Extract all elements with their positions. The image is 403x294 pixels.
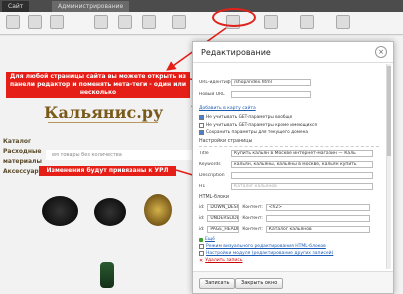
product-image[interactable] — [144, 194, 172, 226]
toolbar-icon[interactable] — [94, 15, 108, 29]
description-field[interactable] — [231, 172, 373, 179]
more-row[interactable]: Ещё — [199, 236, 215, 243]
checkbox[interactable] — [199, 122, 204, 128]
product-image[interactable] — [100, 262, 114, 288]
divider — [199, 146, 379, 147]
html-block-row: id: DOWN_DESCRIPTION Контент: <h2> — [199, 203, 370, 211]
menu-item[interactable]: Аксессуары — [0, 168, 44, 175]
h1-field[interactable]: Каталог кальянов — [231, 183, 373, 190]
html-block-row: id: PAGE_HEADER Контент: Каталог кальяно… — [199, 225, 370, 233]
checkbox[interactable] — [199, 251, 204, 256]
block-content-label: Контент: — [242, 204, 263, 210]
h1-label: H1 — [199, 184, 206, 189]
toolbar-icon[interactable] — [336, 15, 350, 29]
side-menu: Каталог Расходные материалы Аксессуары — [0, 138, 44, 178]
edit-modal: Редактирование × URL-идентификатор стран… — [192, 41, 394, 294]
toolbar-icon[interactable] — [28, 15, 42, 29]
tab-administration[interactable]: Администрирование — [52, 1, 130, 12]
modal-scrollbar[interactable] — [386, 64, 391, 269]
title-label: Title — [199, 151, 209, 156]
visual-mode-link[interactable]: Режим визуального редактирования HTML-бл… — [206, 244, 326, 249]
more-link[interactable]: Ещё — [205, 237, 215, 242]
logo-underline — [48, 122, 158, 128]
checkbox[interactable] — [199, 114, 204, 120]
block-content-field[interactable]: Каталог кальянов — [265, 225, 370, 233]
close-icon[interactable]: × — [375, 46, 387, 58]
new-url-field[interactable] — [231, 91, 311, 98]
product-image[interactable] — [42, 196, 78, 226]
html-blocks-title: HTML-блоки — [199, 195, 229, 200]
save-button[interactable]: Записать — [199, 278, 236, 289]
delete-record-link[interactable]: Удалить запись — [205, 258, 242, 263]
keywords-row: Keywords кальян, кальяны, кальяны в моск… — [199, 160, 379, 169]
block-content-label: Контент: — [242, 226, 263, 232]
block-id-field[interactable]: UNDERSLIDER — [207, 214, 240, 222]
toolbar-icon[interactable] — [6, 15, 20, 29]
menu-item[interactable]: Расходные — [0, 148, 42, 155]
toolbar-icon[interactable] — [50, 15, 64, 29]
admin-toolbar — [0, 12, 403, 35]
checkbox-label: Не учитывать GET-параметры вообще — [206, 114, 293, 120]
keywords-label: Keywords — [199, 162, 221, 167]
description-label: Description — [199, 173, 225, 178]
option-row[interactable]: Настройки модуля (редактирование других … — [199, 250, 333, 257]
modal-body: URL-идентификатор страницы /shop/index.h… — [199, 66, 379, 266]
plus-icon — [199, 237, 203, 242]
toolbar-icon[interactable] — [300, 15, 314, 29]
checkbox-label: Не учитывать GET-параметры кроме имеющих… — [206, 122, 317, 128]
modal-title: Редактирование — [193, 42, 393, 63]
toolbar-icon[interactable] — [264, 15, 278, 29]
checkbox-row[interactable]: Не учитывать GET-параметры вообще — [199, 114, 292, 120]
sitemap-row: Добавить в карту сайта — [199, 104, 379, 113]
remove-icon: ✕ — [199, 257, 204, 264]
checkbox[interactable] — [199, 129, 204, 135]
toolbar-icon[interactable] — [172, 15, 186, 29]
site-logo[interactable]: Кальянис.ру — [44, 103, 163, 122]
new-url-row: Новый URL — [199, 90, 379, 99]
url-id-field[interactable]: /shop/index.html — [231, 79, 311, 86]
description-row: Description — [199, 171, 379, 180]
delete-row[interactable]: ✕ Удалить запись — [199, 257, 242, 264]
filter-strip[interactable]: ем товары без количества — [46, 150, 192, 160]
html-block-row: id: UNDERSLIDER Контент: — [199, 214, 370, 222]
new-url-label: Новый URL — [199, 92, 225, 97]
option-row[interactable]: Режим визуального редактирования HTML-бл… — [199, 243, 326, 250]
module-settings-link[interactable]: Настройки модуля (редактирование других … — [206, 251, 333, 256]
page-settings-title: Настройки страницы — [199, 139, 253, 144]
close-window-button[interactable]: Закрыть окно — [235, 278, 284, 289]
toolbar-icon[interactable] — [118, 15, 132, 29]
title-row: Title Купить кальян в Москве интернет-ма… — [199, 149, 379, 158]
keywords-field[interactable]: кальян, кальяны, кальяны в москве, калья… — [231, 161, 373, 168]
tab-site[interactable]: Сайт — [2, 1, 30, 12]
annotation-callout: Для любой страницы сайта вы можете откры… — [6, 72, 190, 98]
checkbox-row[interactable]: Сохранить параметры для текущего домена — [199, 129, 308, 135]
menu-item[interactable]: материалы — [0, 158, 42, 165]
menu-item[interactable]: Каталог — [0, 138, 42, 145]
url-id-label: URL-идентификатор страницы — [199, 80, 231, 85]
checkbox-label: Сохранить параметры для текущего домена — [206, 129, 309, 135]
checkbox-row[interactable]: Не учитывать GET-параметры кроме имеющих… — [199, 122, 317, 128]
h1-row: H1 Каталог кальянов — [199, 182, 379, 191]
title-field[interactable]: Купить кальян в Москве интернет-магазин … — [231, 150, 373, 157]
block-id-field[interactable]: DOWN_DESCRIPTION — [207, 203, 240, 211]
seo-tool-highlight — [212, 8, 256, 27]
block-content-field[interactable]: <h2> — [265, 203, 370, 211]
block-content-label: Контент: — [242, 215, 263, 221]
annotation-callout: Изменения будут привязаны к УРЛ — [39, 166, 176, 176]
admin-bar: Сайт Администрирование — [0, 0, 403, 12]
add-to-sitemap-link[interactable]: Добавить в карту сайта — [199, 106, 256, 111]
block-content-field[interactable] — [265, 214, 370, 222]
block-id-label: id: — [199, 226, 205, 232]
block-id-field[interactable]: PAGE_HEADER — [207, 225, 240, 233]
scrollbar-thumb[interactable] — [387, 66, 391, 156]
modal-footer: Записать Закрыть окно — [193, 271, 393, 293]
toolbar-icon[interactable] — [142, 15, 156, 29]
checkbox[interactable] — [199, 244, 204, 249]
block-id-label: id: — [199, 204, 205, 210]
url-id-row: URL-идентификатор страницы /shop/index.h… — [199, 78, 379, 87]
block-id-label: id: — [199, 215, 205, 221]
product-image[interactable] — [94, 198, 126, 226]
